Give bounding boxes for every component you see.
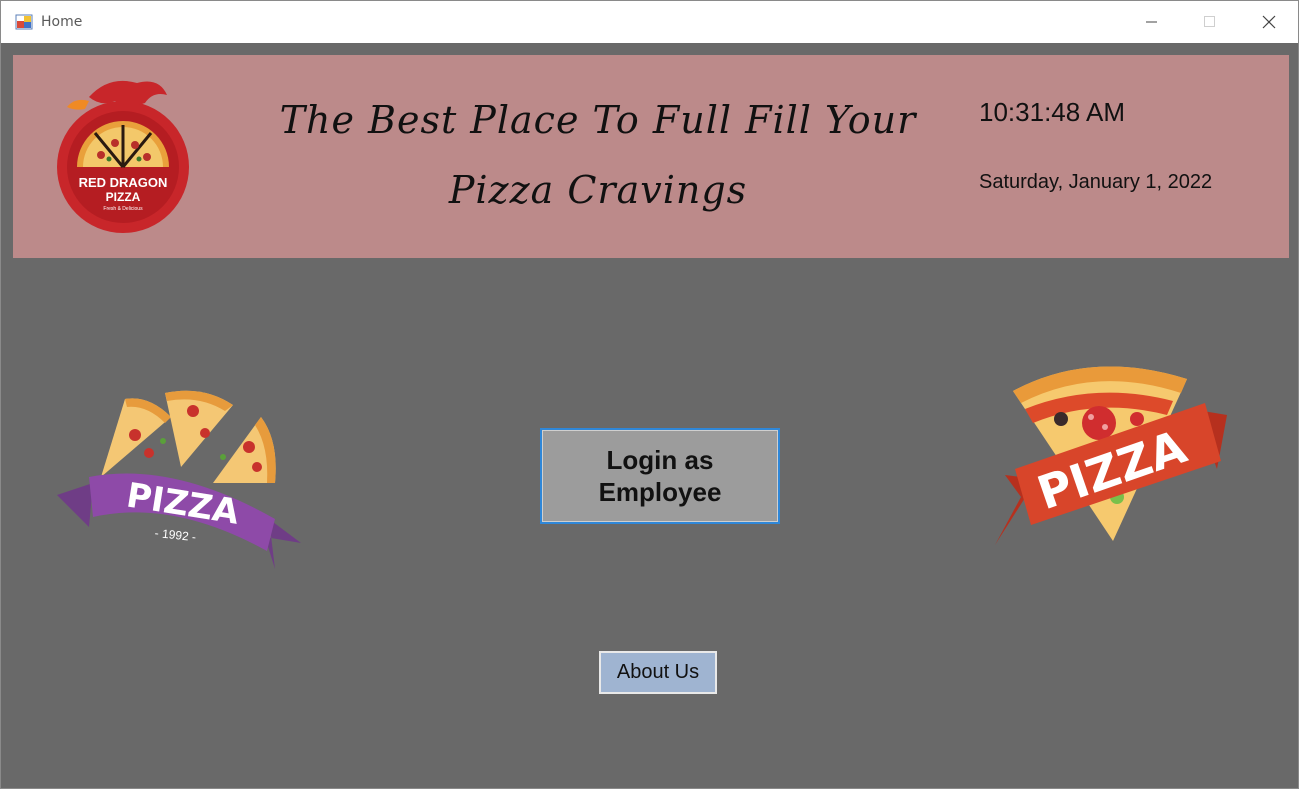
red-dragon-pizza-logo: RED DRAGON PIZZA Fresh & Delicious [57, 80, 189, 233]
logo-text-line1: RED DRAGON [79, 175, 168, 190]
window-title: Home [41, 14, 83, 30]
headline-line1: The Best Place To Full Fill Your [279, 98, 917, 142]
home-window: Home RED DRAGON PIZZA Fresh & Delicious … [0, 0, 1299, 789]
close-button[interactable] [1240, 1, 1298, 43]
close-icon [1262, 15, 1276, 29]
pizza-slice-badge: PIZZA [995, 366, 1227, 545]
pizza-1992-badge: PIZZA - 1992 - [57, 390, 301, 569]
minimize-button[interactable] [1123, 1, 1181, 43]
clock-label: 10:31:48 AM [979, 97, 1125, 127]
badge-left-text: PIZZA [124, 476, 243, 533]
minimize-icon [1146, 21, 1157, 23]
badge-left-year: - 1992 - [154, 526, 197, 544]
title-bar[interactable]: Home [1, 1, 1298, 43]
date-label: Saturday, January 1, 2022 [979, 171, 1213, 193]
logo-tagline: Fresh & Delicious [103, 206, 143, 212]
login-as-employee-button[interactable]: Login as Employee [540, 428, 780, 524]
maximize-button[interactable] [1181, 1, 1239, 43]
app-window-icon [15, 14, 33, 30]
about-us-button[interactable]: About Us [599, 651, 717, 694]
maximize-icon [1204, 16, 1215, 27]
headline: The Best Place To Full Fill Your Pizza C… [233, 85, 963, 225]
logo-text-line2: PIZZA [106, 190, 141, 204]
header-banner: RED DRAGON PIZZA Fresh & Delicious The B… [13, 55, 1289, 258]
headline-line2: Pizza Cravings [448, 168, 748, 212]
